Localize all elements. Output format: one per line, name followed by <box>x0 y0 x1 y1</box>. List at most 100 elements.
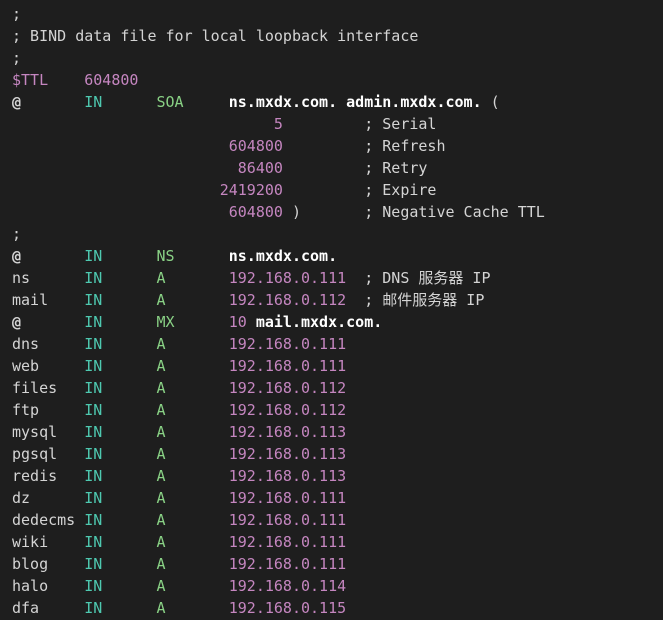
code-token-comment: ; Negative Cache TTL <box>364 203 545 221</box>
code-line[interactable]: dns IN A 192.168.0.111 <box>12 333 346 355</box>
code-token-type: A <box>156 269 166 287</box>
code-token-comment: ; <box>12 5 22 23</box>
code-token-ip: 192.168.0.111 <box>228 533 347 551</box>
code-token-comment: ; DNS 服务器 IP <box>364 269 491 287</box>
code-line[interactable]: dedecms IN A 192.168.0.111 <box>12 509 346 531</box>
code-token-type: SOA <box>156 93 184 111</box>
code-token-class: IN <box>84 401 103 419</box>
code-line[interactable]: 2419200 ; Expire <box>12 179 437 201</box>
code-token-host: dfa <box>12 599 40 617</box>
code-token-comment: ; Refresh <box>364 137 446 155</box>
code-token-ip: 192.168.0.111 <box>228 357 347 375</box>
code-line[interactable]: 86400 ; Retry <box>12 157 428 179</box>
code-line[interactable]: ftp IN A 192.168.0.112 <box>12 399 346 421</box>
code-token-type: A <box>156 401 166 419</box>
code-line[interactable]: mail IN A 192.168.0.112 ; 邮件服务器 IP <box>12 289 484 311</box>
code-line[interactable]: blog IN A 192.168.0.111 <box>12 553 346 575</box>
code-token-host: files <box>12 379 58 397</box>
code-token-class: IN <box>84 577 103 595</box>
code-line[interactable]: halo IN A 192.168.0.114 <box>12 575 346 597</box>
code-token-ip: 192.168.0.113 <box>228 423 347 441</box>
code-line[interactable]: pgsql IN A 192.168.0.113 <box>12 443 346 465</box>
code-token-host: mysql <box>12 423 58 441</box>
code-token-ip: 192.168.0.111 <box>228 555 347 573</box>
code-token-host: blog <box>12 555 49 573</box>
code-line[interactable]: 604800 ) ; Negative Cache TTL <box>12 201 545 223</box>
code-line[interactable]: @ IN MX 10 mail.mxdx.com. <box>12 311 382 333</box>
code-editor[interactable]: ; ; BIND data file for local loopback int… <box>0 0 663 620</box>
code-token-class: IN <box>84 533 103 551</box>
code-line[interactable]: files IN A 192.168.0.112 <box>12 377 346 399</box>
code-line[interactable]: @ IN SOA ns.mxdx.com. admin.mxdx.com. ( <box>12 91 500 113</box>
code-token-var: $TTL <box>12 71 49 89</box>
code-token-num: 2419200 <box>219 181 283 199</box>
code-line[interactable]: ; <box>12 3 21 25</box>
code-line[interactable]: ns IN A 192.168.0.111 ; DNS 服务器 IP <box>12 267 491 289</box>
code-line[interactable]: ; <box>12 223 21 245</box>
code-line[interactable]: ; <box>12 47 21 69</box>
code-line[interactable]: web IN A 192.168.0.111 <box>12 355 346 377</box>
code-token-comment: ; <box>12 49 22 67</box>
code-line[interactable]: wiki IN A 192.168.0.111 <box>12 531 346 553</box>
code-token-class: IN <box>84 247 103 265</box>
code-token-name: ns.mxdx.com. <box>228 247 338 265</box>
code-token-comment: ; BIND data file for local loopback inte… <box>12 27 419 45</box>
code-token-ip: 192.168.0.111 <box>228 511 347 529</box>
code-token-class: IN <box>84 313 103 331</box>
code-token-type: A <box>156 533 166 551</box>
code-token-num: 604800 <box>228 203 283 221</box>
code-line[interactable]: @ IN NS ns.mxdx.com. <box>12 245 337 267</box>
code-token-ip: 192.168.0.113 <box>228 445 347 463</box>
code-token-num: 604800 <box>228 137 283 155</box>
code-line[interactable]: dz IN A 192.168.0.111 <box>12 487 346 509</box>
code-line[interactable]: dfa IN A 192.168.0.115 <box>12 597 346 619</box>
code-line[interactable]: 5 ; Serial <box>12 113 437 135</box>
code-token-class: IN <box>84 357 103 375</box>
code-token-num: 86400 <box>237 159 283 177</box>
code-line[interactable]: $TTL 604800 <box>12 69 138 91</box>
code-token-type: MX <box>156 313 175 331</box>
code-line[interactable]: 604800 ; Refresh <box>12 135 446 157</box>
code-token-type: A <box>156 467 166 485</box>
code-token-host: ns <box>12 269 31 287</box>
code-token-at: @ <box>12 247 22 265</box>
code-line[interactable]: mysql IN A 192.168.0.113 <box>12 421 346 443</box>
code-token-type: A <box>156 357 166 375</box>
code-token-type: A <box>156 489 166 507</box>
code-line[interactable]: ; BIND data file for local loopback inte… <box>12 25 418 47</box>
code-line[interactable]: redis IN A 192.168.0.113 <box>12 465 346 487</box>
code-token-class: IN <box>84 93 103 111</box>
